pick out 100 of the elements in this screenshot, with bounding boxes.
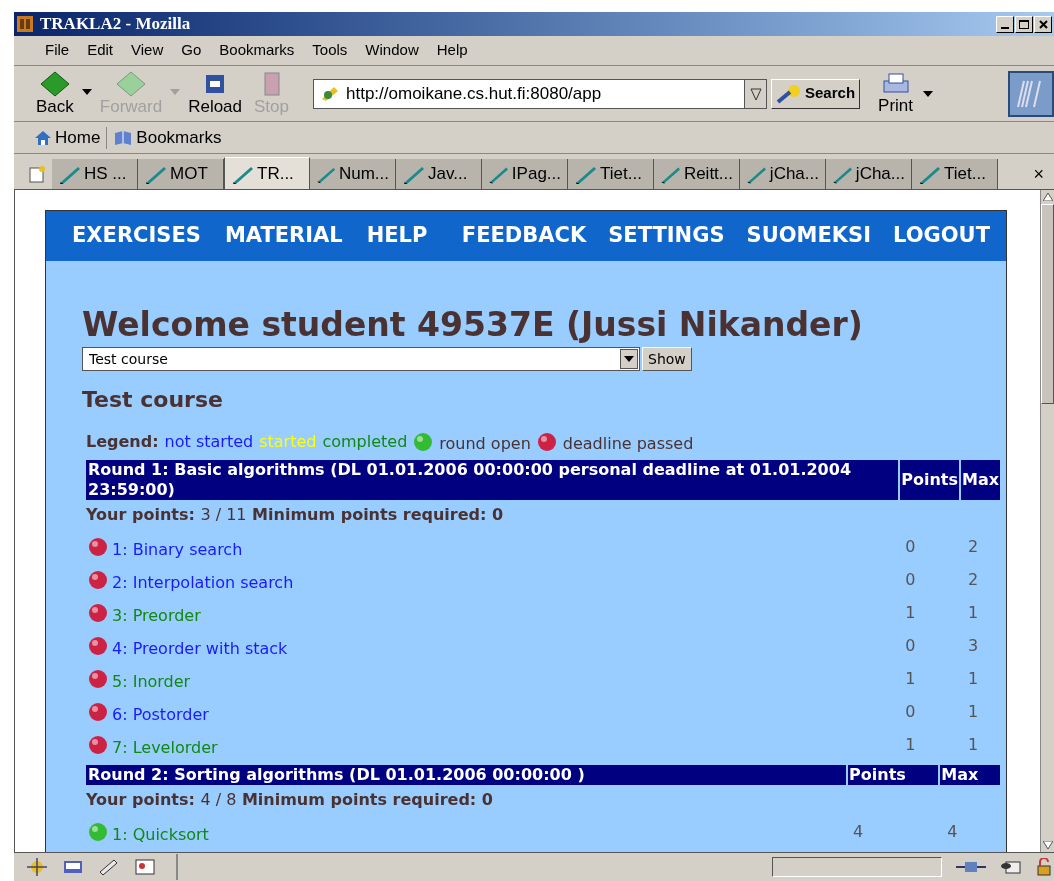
bookmarks-icon — [113, 128, 134, 147]
pen-icon — [574, 164, 598, 184]
nav-link[interactable]: FEEDBACK — [461, 220, 587, 252]
browser-tab[interactable]: Num... — [310, 159, 396, 189]
browser-tab[interactable]: Tiet... — [912, 159, 998, 189]
connection-icon[interactable] — [956, 859, 986, 875]
points-value: 0 — [905, 536, 916, 556]
column-header: Max — [939, 765, 1000, 785]
points-value: 1 — [905, 734, 916, 754]
menu-item[interactable]: Tools — [305, 39, 355, 62]
scrollbar[interactable] — [1040, 190, 1054, 852]
legend-text: completed — [322, 431, 408, 453]
menu-item[interactable]: File — [38, 39, 77, 62]
exercise-link[interactable]: 2: Interpolation search — [112, 570, 294, 595]
legend-text: started — [259, 431, 317, 453]
course-heading: Test course — [82, 386, 224, 414]
printer-icon — [880, 71, 911, 96]
max-value: 2 — [967, 536, 979, 556]
back-arrow-icon — [39, 70, 70, 97]
legend-text: not started — [164, 431, 254, 453]
navigator-icon[interactable] — [26, 858, 48, 876]
search-icon — [776, 83, 802, 104]
app-icon — [16, 15, 34, 33]
minimize-button[interactable] — [996, 15, 1014, 33]
points-value: 0 — [905, 569, 916, 589]
mail-icon[interactable] — [62, 858, 84, 876]
menu-item[interactable]: View — [124, 39, 171, 62]
round-open-icon — [413, 432, 434, 452]
window-title: TRAKLA2 - Mozilla — [40, 13, 191, 36]
toolbar-link[interactable]: Home — [34, 124, 101, 151]
show-button[interactable]: Show — [642, 347, 692, 371]
exercise-link[interactable]: 1: Binary search — [112, 537, 243, 562]
nav-link[interactable]: SUOMEKSI — [746, 220, 872, 252]
close-button[interactable] — [1034, 15, 1052, 33]
browser-tab[interactable]: Tiet... — [568, 159, 654, 189]
column-header: Points — [899, 460, 960, 500]
browser-tab[interactable]: jCha... — [826, 159, 912, 189]
points-value: 4 — [853, 821, 864, 841]
toolbar-button[interactable]: Reload — [186, 70, 245, 117]
deadline-passed-icon — [536, 432, 557, 452]
points-value: 1 — [905, 668, 916, 688]
max-value: 1 — [967, 668, 979, 688]
browser-tab[interactable]: IPag... — [482, 159, 568, 189]
browser-tab[interactable]: Jav... — [396, 159, 482, 189]
browser-tab[interactable]: HS ... — [52, 159, 138, 189]
points-value: 0 — [905, 635, 916, 655]
browser-tab[interactable]: jCha... — [740, 159, 826, 189]
caret-icon[interactable] — [81, 88, 92, 95]
nav-link[interactable]: EXERCISES — [72, 220, 201, 252]
max-value: 3 — [967, 635, 979, 655]
welcome-heading: Welcome student 49537E (Jussi Nikander) — [82, 305, 864, 345]
print-button[interactable]: Print — [878, 71, 914, 116]
pen-icon — [144, 164, 168, 184]
lock-icon[interactable] — [1036, 858, 1052, 876]
maximize-button[interactable] — [1015, 15, 1033, 33]
browser-tab[interactable]: Reitt... — [654, 159, 740, 189]
pen-icon — [402, 164, 426, 184]
composer-icon[interactable] — [98, 858, 120, 876]
nav-link[interactable]: SETTINGS — [608, 220, 725, 252]
scroll-up-icon[interactable] — [1042, 193, 1053, 201]
browser-tab[interactable]: MOT — [138, 159, 224, 189]
menu-item[interactable]: Edit — [80, 39, 121, 62]
column-header: Max — [959, 460, 1000, 500]
points-value: 0 — [905, 701, 916, 721]
menu-item[interactable]: Bookmarks — [212, 39, 302, 62]
url-field[interactable]: http://omoikane.cs.hut.fi:8080/app — [313, 78, 767, 109]
forward-arrow-icon — [115, 70, 146, 97]
max-value: 2 — [967, 569, 979, 589]
points-summary: Your points: 4 / 8 Minimum points required: 0 — [86, 790, 493, 809]
close-tab-button[interactable]: × — [1029, 159, 1048, 189]
points-summary: Your points: 3 / 11 Minimum points required: 0 — [86, 505, 504, 524]
caret-icon[interactable] — [923, 90, 934, 97]
course-dropdown[interactable]: Test course — [82, 347, 640, 371]
legend-text: deadline passed — [562, 433, 694, 455]
nav-link[interactable]: HELP — [366, 220, 428, 252]
menu-item[interactable]: Go — [174, 39, 209, 62]
toolbar-button[interactable]: Back — [34, 70, 76, 117]
browser-tab[interactable]: TR... — [224, 157, 310, 189]
address-book-icon[interactable] — [134, 858, 156, 876]
legend-label: Legend: — [86, 431, 159, 453]
pen-icon — [58, 164, 82, 184]
security-icon[interactable] — [1000, 859, 1022, 875]
max-value: 1 — [967, 602, 979, 622]
nav-link[interactable]: LOGOUT — [893, 220, 990, 252]
menu-item[interactable]: Window — [358, 39, 426, 62]
pen-icon — [918, 164, 942, 184]
toolbar-link[interactable]: Bookmarks — [113, 124, 222, 151]
max-value: 1 — [967, 701, 979, 721]
search-button[interactable]: Search — [771, 78, 861, 109]
home-icon — [34, 129, 52, 146]
column-header: Points — [847, 765, 940, 785]
exercise-link[interactable]: 4: Preorder with stack — [112, 636, 288, 661]
scroll-down-icon[interactable] — [1042, 841, 1053, 849]
menu-item[interactable]: Help — [429, 39, 475, 62]
nav-link[interactable]: MATERIAL — [224, 220, 343, 252]
page-icon — [320, 84, 340, 103]
max-value: 4 — [947, 821, 958, 841]
round-header: Round 1: Basic algorithms (DL 01.01.2006 00:00:00 personal deadline at 01.01.2004 23:59:00) — [86, 460, 900, 500]
round-header: Round 2: Sorting algorithms (DL 01.01.2006 00:00:00 ) — [86, 765, 848, 785]
exercise-link[interactable]: 6: Postorder — [112, 702, 209, 727]
